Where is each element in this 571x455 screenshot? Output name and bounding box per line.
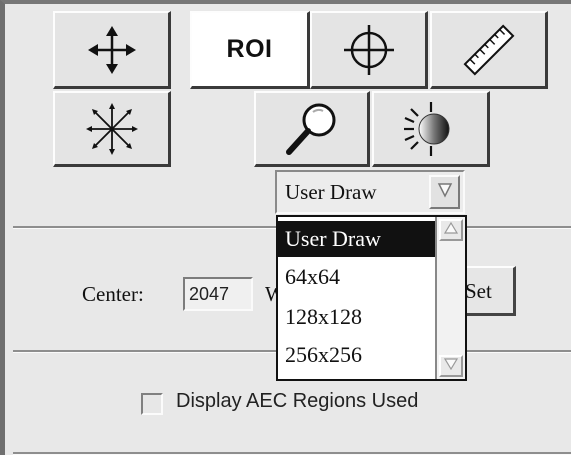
option-64x64[interactable]: 64x64	[278, 259, 435, 295]
roi-tool-button[interactable]: ROI	[190, 11, 310, 89]
roi-size-dropdown-list[interactable]: User Draw 64x64 128x128 256x256	[276, 215, 467, 381]
starburst-tool-button[interactable]	[53, 91, 171, 167]
triangle-up-icon	[443, 221, 459, 239]
pan-tool-button[interactable]	[53, 11, 171, 89]
brightness-icon	[401, 99, 461, 159]
option-user-draw[interactable]: User Draw	[278, 221, 435, 257]
crosshair-icon	[341, 22, 397, 78]
option-256x256[interactable]: 256x256	[278, 337, 435, 373]
triangle-down-icon	[443, 357, 459, 375]
move-arrows-icon	[86, 24, 138, 76]
roi-label: ROI	[226, 35, 273, 63]
roi-size-select-value: User Draw	[285, 180, 377, 204]
center-input[interactable]: 2047	[183, 277, 253, 311]
roi-size-select[interactable]: User Draw	[275, 170, 465, 214]
magnifier-icon	[281, 98, 343, 160]
measure-tool-button[interactable]	[430, 11, 548, 89]
starburst-icon	[84, 101, 140, 157]
crosshair-tool-button[interactable]	[310, 11, 428, 89]
ruler-icon	[459, 20, 519, 80]
scroll-down-button[interactable]	[439, 355, 463, 377]
dropdown-scrollbar[interactable]	[435, 217, 465, 379]
select-arrow-button[interactable]	[429, 175, 460, 209]
control-panel: ROI User Draw Center: 2047 W Set Display…	[0, 0, 571, 455]
magnify-tool-button[interactable]	[254, 91, 370, 167]
triangle-down-icon	[437, 182, 453, 203]
brightness-tool-button[interactable]	[372, 91, 490, 167]
scroll-up-button[interactable]	[439, 219, 463, 241]
aec-regions-label: Display AEC Regions Used	[176, 390, 419, 412]
aec-regions-checkbox[interactable]	[141, 393, 163, 415]
center-label: Center:	[82, 282, 144, 306]
option-128x128[interactable]: 128x128	[278, 299, 435, 335]
